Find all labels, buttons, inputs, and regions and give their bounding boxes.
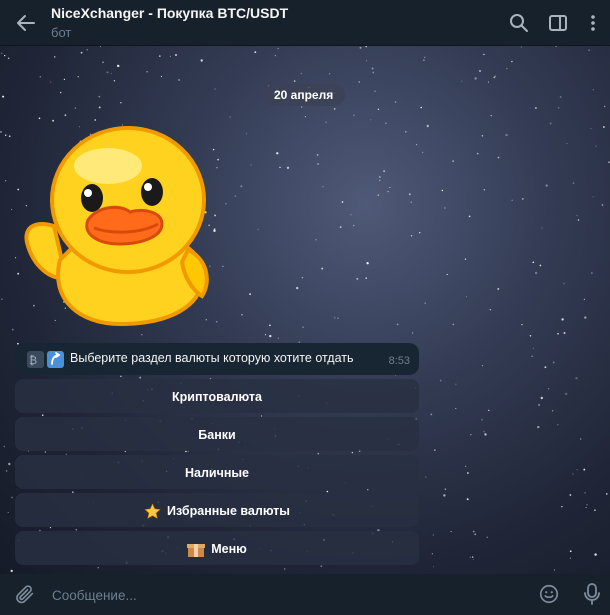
arrow-curve-icon xyxy=(47,351,64,368)
keyboard-button-cash[interactable]: Наличные xyxy=(15,455,419,489)
keyboard-button-label: Избранные валюты xyxy=(167,504,290,518)
star-icon xyxy=(144,503,161,519)
more-options-icon[interactable] xyxy=(581,11,605,35)
microphone-icon[interactable] xyxy=(582,582,602,606)
keyboard-button-label: Банки xyxy=(198,428,236,442)
chat-subtitle: бот xyxy=(51,25,72,40)
keyboard-button-crypto[interactable]: Криптовалюта xyxy=(15,379,419,413)
chat-header: NiceXchanger - Покупка BTC/USDT бот xyxy=(0,0,610,46)
keyboard-button-label: Криптовалюта xyxy=(172,390,262,404)
message-composer xyxy=(0,574,610,615)
keyboard-button-label: Меню xyxy=(211,542,247,556)
back-arrow-icon[interactable] xyxy=(14,11,38,35)
message-text: Выберите раздел валюты которую хотите от… xyxy=(70,351,354,365)
keyboard-button-menu[interactable]: Меню xyxy=(15,531,419,565)
chat-background: 20 апреля ₿ Выберите раздел валюты котор… xyxy=(0,46,610,574)
message-time: 8:53 xyxy=(388,355,410,367)
bot-message-bubble: ₿ Выберите раздел валюты которую хотите … xyxy=(15,343,419,375)
paperclip-icon[interactable] xyxy=(14,583,36,605)
exchange-icon: ₿ xyxy=(27,351,44,368)
date-badge: 20 апреля xyxy=(262,84,346,106)
duck-sticker[interactable] xyxy=(20,120,210,328)
chat-title[interactable]: NiceXchanger - Покупка BTC/USDT xyxy=(51,5,288,21)
svg-text:₿: ₿ xyxy=(29,354,37,367)
keyboard-button-label: Наличные xyxy=(184,466,250,480)
box-icon xyxy=(187,543,206,557)
search-icon[interactable] xyxy=(507,11,531,35)
emoji-icon[interactable] xyxy=(538,583,560,605)
message-input[interactable] xyxy=(50,582,524,608)
sidebar-toggle-icon[interactable] xyxy=(546,11,570,35)
keyboard-button-favorites[interactable]: Избранные валюты xyxy=(15,493,419,527)
keyboard-button-banks[interactable]: Банки xyxy=(15,417,419,451)
